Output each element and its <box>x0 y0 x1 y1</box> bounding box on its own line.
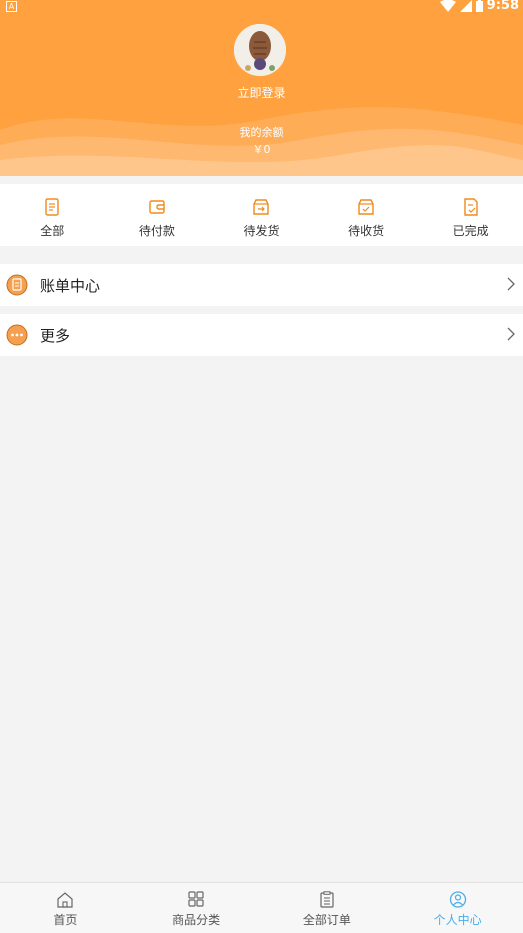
profile-header: 立即登录 我的余额 ￥0 <box>0 0 523 176</box>
order-pending-payment[interactable]: 待付款 <box>105 184 210 246</box>
order-pending-receipt-label: 待收货 <box>348 224 385 238</box>
home-icon <box>57 892 73 908</box>
balance-label: 我的余额 <box>239 126 284 139</box>
order-status-bar: 全部 待付款 待发货 待收货 已完成 <box>0 184 523 246</box>
wallet-icon <box>149 200 165 214</box>
tab-categories-label: 商品分类 <box>172 913 221 927</box>
order-pending-shipment[interactable]: 待发货 <box>209 184 314 246</box>
signal-icon <box>459 0 472 12</box>
user-icon <box>449 891 466 908</box>
tab-home-label: 首页 <box>53 913 78 927</box>
order-all-label: 全部 <box>40 224 65 238</box>
tab-profile-label: 个人中心 <box>433 913 482 927</box>
status-bar: A 9:58 <box>0 0 523 14</box>
completed-doc-icon <box>463 198 478 216</box>
menu-bill-center-label: 账单中心 <box>40 276 101 295</box>
box-receive-icon <box>358 199 374 215</box>
menu-more-label: 更多 <box>40 326 71 345</box>
order-pending-shipment-label: 待发货 <box>243 224 280 238</box>
order-pending-payment-label: 待付款 <box>138 224 175 238</box>
avatar[interactable] <box>234 24 286 76</box>
order-pending-receipt[interactable]: 待收货 <box>314 184 419 246</box>
tab-all-orders-label: 全部订单 <box>302 913 351 927</box>
status-time: 9:58 <box>486 0 519 13</box>
bill-icon <box>6 274 28 296</box>
order-completed[interactable]: 已完成 <box>418 184 523 246</box>
login-link[interactable]: 立即登录 <box>0 84 523 101</box>
bottom-tab-bar: 首页 商品分类 全部订单 个人中心 <box>0 882 523 933</box>
tab-profile[interactable]: 个人中心 <box>392 883 523 933</box>
balance-value: ￥0 <box>252 143 271 156</box>
menu-more[interactable]: 更多 <box>0 314 523 356</box>
tab-home[interactable]: 首页 <box>0 883 131 933</box>
order-completed-label: 已完成 <box>452 224 489 238</box>
grid-icon <box>188 891 204 907</box>
chevron-right-icon <box>507 327 515 341</box>
chevron-right-icon <box>507 277 515 291</box>
document-icon <box>45 198 59 216</box>
battery-icon <box>475 0 483 12</box>
wifi-icon <box>439 0 456 12</box>
order-all[interactable]: 全部 <box>0 184 105 246</box>
status-badge: A <box>6 1 17 12</box>
menu-bill-center[interactable]: 账单中心 <box>0 264 523 306</box>
more-icon <box>6 324 28 346</box>
clipboard-icon <box>320 891 334 908</box>
tab-categories[interactable]: 商品分类 <box>131 883 262 933</box>
box-send-icon <box>253 199 270 215</box>
tab-all-orders[interactable]: 全部订单 <box>262 883 393 933</box>
avatar-image <box>234 24 286 76</box>
